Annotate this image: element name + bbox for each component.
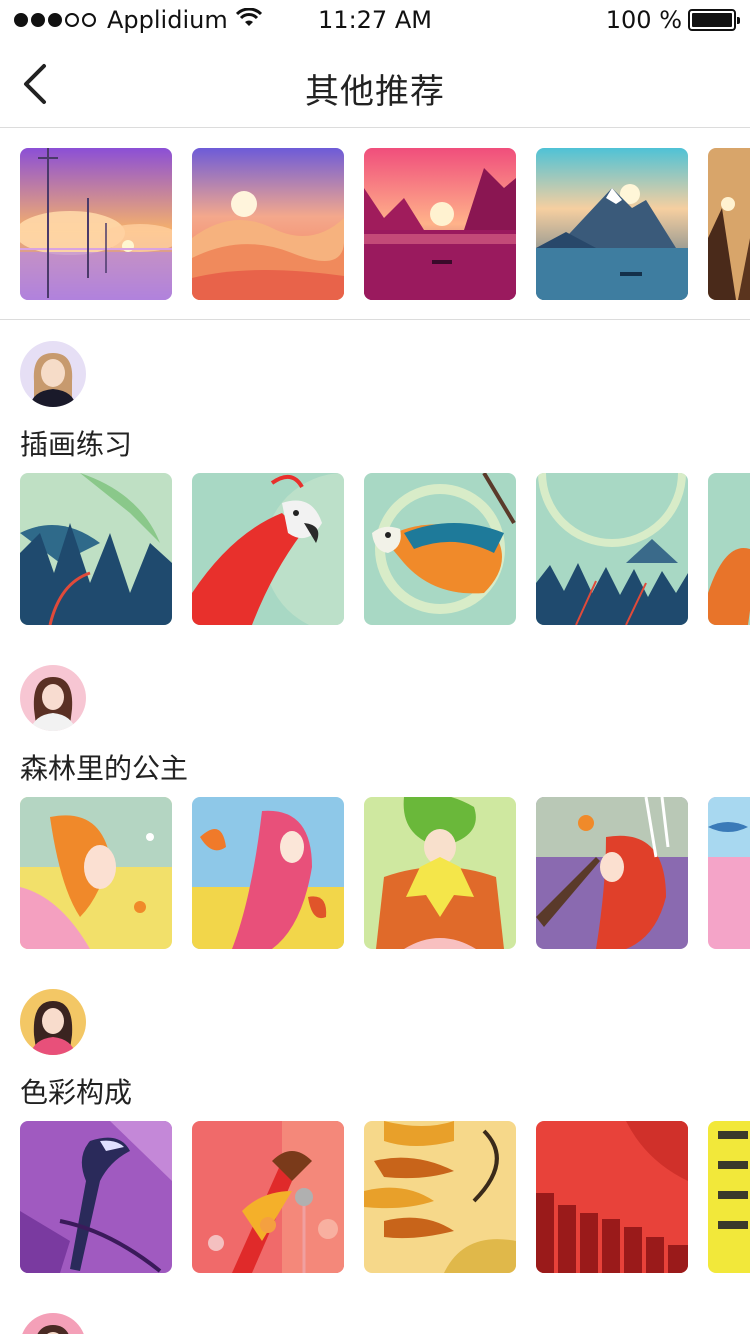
artwork-thumbnail[interactable]	[708, 1121, 750, 1273]
landscape-thumbnail[interactable]	[192, 148, 344, 300]
artwork-thumbnail[interactable]	[536, 473, 688, 625]
landscape-thumbnail[interactable]	[364, 148, 516, 300]
artist-section	[0, 1293, 750, 1334]
artwork-thumbnail[interactable]	[536, 797, 688, 949]
artwork-thumbnail[interactable]	[192, 473, 344, 625]
artwork-thumbnail[interactable]	[536, 1121, 688, 1273]
artist-section: 森林里的公主	[0, 645, 750, 969]
avatar[interactable]	[20, 341, 86, 407]
artwork-thumbnail[interactable]	[364, 1121, 516, 1273]
artwork-thumbnail[interactable]	[364, 797, 516, 949]
avatar[interactable]	[20, 989, 86, 1055]
artwork-thumbnail[interactable]	[192, 797, 344, 949]
avatar[interactable]	[20, 665, 86, 731]
artist-section: 插画练习	[0, 321, 750, 645]
artist-section: 色彩构成	[0, 969, 750, 1293]
artwork-thumbnail[interactable]	[708, 797, 750, 949]
status-bar: Applidium 11:27 AM 100 %	[0, 0, 750, 40]
section-title: 插画练习	[20, 428, 133, 461]
artwork-thumbnail[interactable]	[20, 473, 172, 625]
artwork-thumbnail[interactable]	[20, 797, 172, 949]
status-right: 100 %	[605, 6, 740, 34]
artwork-thumbnail[interactable]	[192, 1121, 344, 1273]
recommended-row	[0, 128, 750, 320]
landscape-thumbnail[interactable]	[20, 148, 172, 300]
section-title: 色彩构成	[20, 1076, 133, 1109]
artwork-thumbnail[interactable]	[708, 473, 750, 625]
navigation-bar: 其他推荐	[0, 40, 750, 128]
page-title: 其他推荐	[305, 72, 445, 112]
landscape-thumbnail[interactable]	[536, 148, 688, 300]
section-title: 森林里的公主	[20, 752, 189, 785]
artwork-thumbnail[interactable]	[364, 473, 516, 625]
battery-percent: 100 %	[605, 6, 682, 34]
battery-icon	[688, 9, 740, 31]
avatar[interactable]	[20, 1313, 86, 1334]
landscape-thumbnail[interactable]	[708, 148, 750, 300]
artwork-thumbnail[interactable]	[20, 1121, 172, 1273]
